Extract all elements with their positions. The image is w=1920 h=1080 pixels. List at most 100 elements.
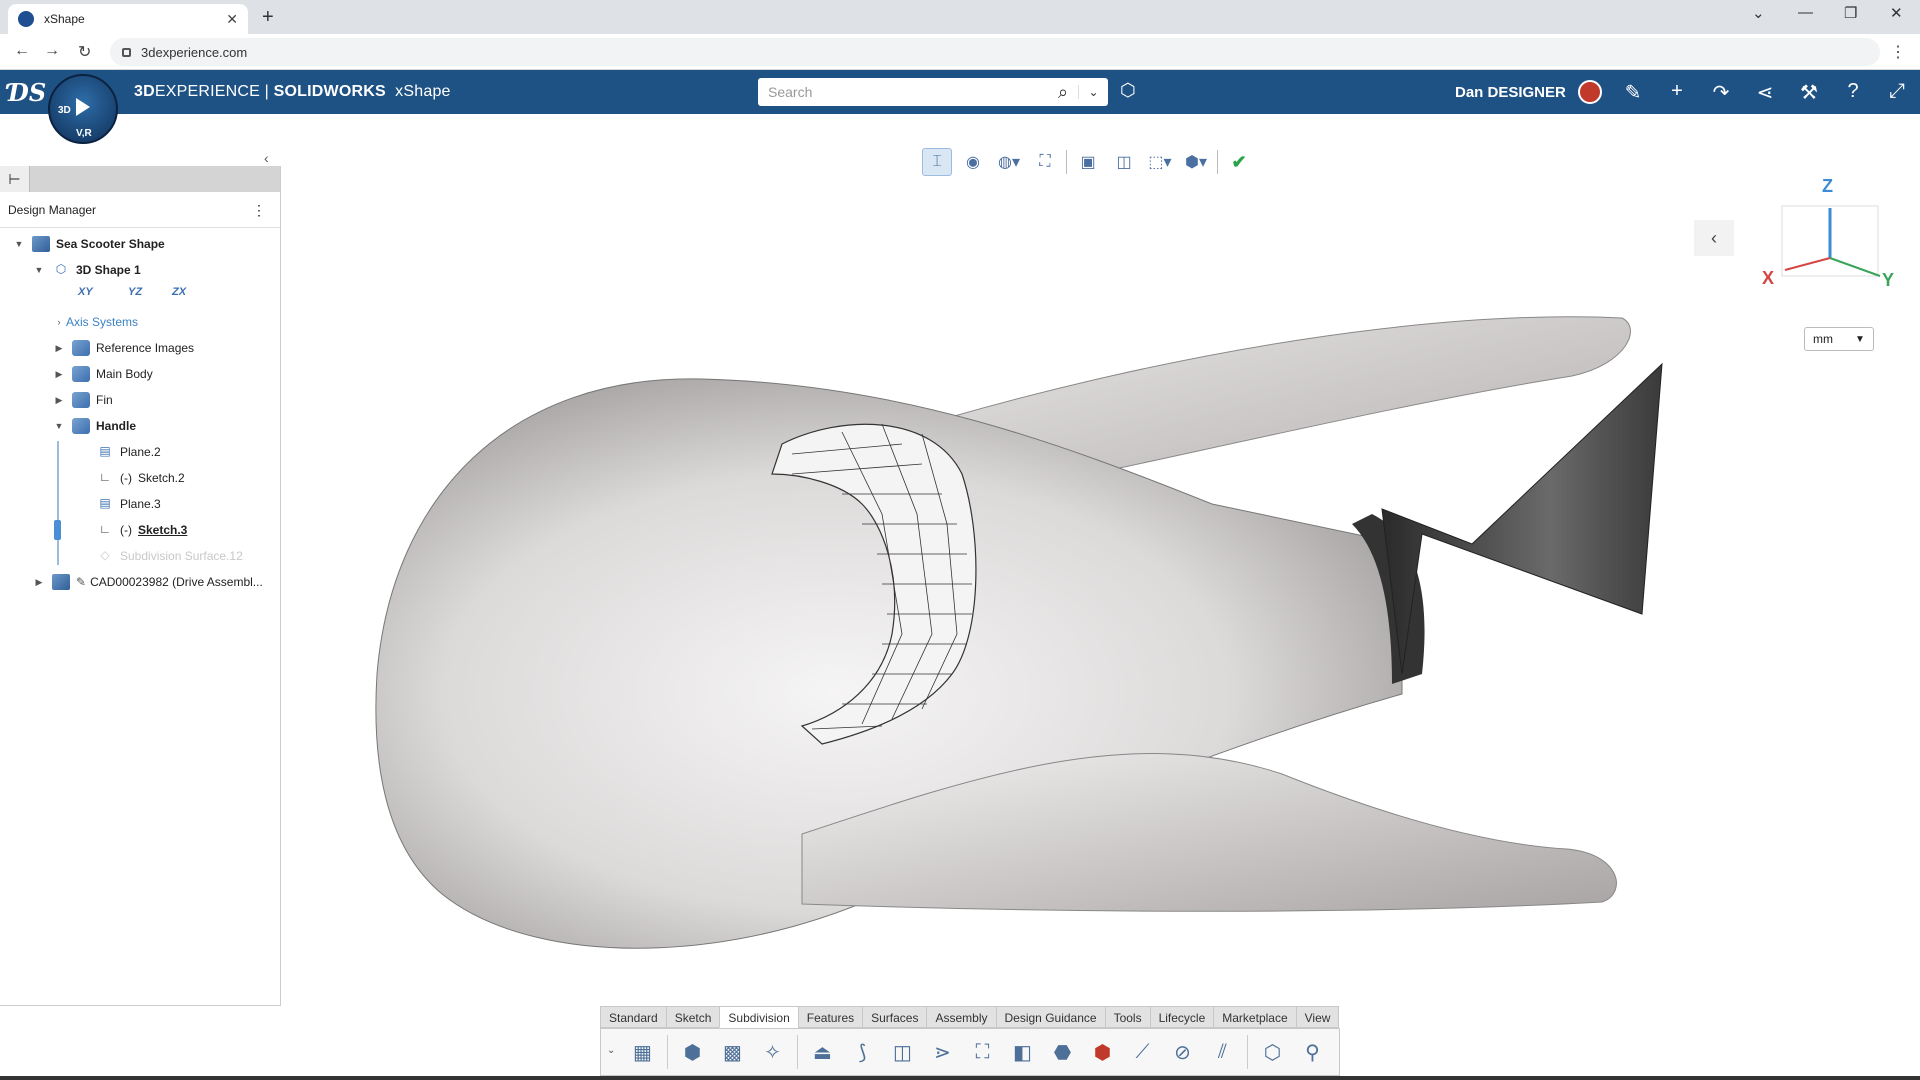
tab-subdivision[interactable]: Subdivision: [719, 1006, 798, 1028]
search-input[interactable]: Search: [758, 84, 1048, 100]
plane-xy-icon[interactable]: XY: [78, 286, 93, 298]
sketch-grid-icon[interactable]: ▦: [627, 1036, 658, 1068]
search-dropdown-icon[interactable]: ⌄: [1078, 85, 1108, 99]
dropdown-arrow-icon: ▼: [1855, 333, 1865, 345]
surface-icon[interactable]: ◧: [1007, 1036, 1038, 1068]
expand-icon[interactable]: ▶: [52, 369, 66, 380]
tree-node-subdivision[interactable]: ◇ Subdivision Surface.12: [90, 545, 242, 567]
mirror-icon[interactable]: ⚲: [1297, 1036, 1328, 1068]
3d-viewport[interactable]: [282, 114, 1920, 1080]
tree-node-fin[interactable]: ▶ Fin: [52, 389, 113, 411]
edge-icon[interactable]: ⫽: [1207, 1036, 1238, 1068]
tree-tab-icon[interactable]: ⊢: [0, 166, 30, 192]
panel-menu-icon[interactable]: ⋮: [252, 202, 266, 219]
tab-marketplace[interactable]: Marketplace: [1213, 1006, 1296, 1028]
tab-sketch[interactable]: Sketch: [665, 1006, 720, 1028]
solid-icon[interactable]: ⬣: [1047, 1036, 1078, 1068]
forward-arrow-icon[interactable]: →: [44, 42, 60, 60]
back-chevron-icon[interactable]: ‹: [1694, 220, 1734, 256]
ds-logo-icon[interactable]: ƊS: [8, 78, 46, 107]
plane-yz-icon[interactable]: YZ: [128, 286, 142, 298]
render-style-icon[interactable]: ◉: [958, 148, 988, 176]
expand-icon[interactable]: ▼: [32, 265, 46, 275]
tree-node-shape[interactable]: ▼ ⬡ 3D Shape 1: [32, 259, 141, 281]
tree-node-cad[interactable]: ▶ ✎ CAD00023982 (Drive Assembl...: [32, 571, 263, 593]
measure-icon[interactable]: ◫: [1109, 148, 1139, 176]
selection-mode-icon[interactable]: ⌶: [922, 148, 952, 176]
close-window-icon[interactable]: ✕: [1890, 4, 1903, 22]
user-name[interactable]: Dan DESIGNER: [1455, 84, 1566, 101]
browser-tab[interactable]: xShape ✕: [8, 4, 248, 34]
compass-widget[interactable]: 3D V,R: [48, 74, 118, 144]
tab-view[interactable]: View: [1295, 1006, 1340, 1028]
fit-all-icon[interactable]: ⛶: [1030, 148, 1060, 176]
search-box[interactable]: Search ⌕ ⌄: [758, 78, 1108, 106]
fullscreen-icon[interactable]: ⤢: [1884, 80, 1910, 103]
reload-icon[interactable]: ↻: [78, 42, 91, 62]
collapse-panel-icon[interactable]: ‹: [264, 150, 269, 166]
avatar[interactable]: [1578, 80, 1602, 104]
face-subdivision-icon[interactable]: ✧: [757, 1036, 788, 1068]
section-icon[interactable]: ▣: [1073, 148, 1103, 176]
add-icon[interactable]: +: [1664, 80, 1690, 103]
sweep-icon[interactable]: ⟋: [1127, 1036, 1158, 1068]
tree-node-sketch3[interactable]: ∟ (-) Sketch.3: [90, 519, 187, 541]
tab-assembly[interactable]: Assembly: [926, 1006, 996, 1028]
tree-node-root[interactable]: ▼ Sea Scooter Shape: [12, 233, 165, 255]
back-arrow-icon[interactable]: ←: [14, 42, 30, 60]
tree-node-plane3[interactable]: ▤ Plane.3: [90, 493, 160, 515]
extrude-icon[interactable]: ⏏: [807, 1036, 838, 1068]
tree-node-reference-images[interactable]: ▶ Reference Images: [52, 337, 194, 359]
view-cube-icon[interactable]: ⬢▾: [1181, 148, 1211, 176]
globe-view-icon[interactable]: ◍▾: [994, 148, 1024, 176]
bottom-edge: [0, 1076, 1920, 1080]
network-icon[interactable]: ⋖: [1752, 80, 1778, 105]
notifications-icon[interactable]: ✎: [1620, 80, 1646, 105]
tab-lifecycle[interactable]: Lifecycle: [1149, 1006, 1214, 1028]
url-field[interactable]: 3dexperience.com: [110, 38, 1880, 66]
tab-features[interactable]: Features: [797, 1006, 863, 1028]
tree-node-axis-systems[interactable]: › Axis Systems: [52, 311, 139, 333]
expand-icon[interactable]: ▶: [52, 343, 66, 354]
curve-icon[interactable]: ⟆: [847, 1036, 878, 1068]
tree-node-plane2[interactable]: ▤ Plane.2: [90, 441, 160, 463]
tab-design-guidance[interactable]: Design Guidance: [995, 1006, 1105, 1028]
tree-node-sketch2[interactable]: ∟ (-) Sketch.2: [90, 467, 185, 489]
units-select[interactable]: mm ▼: [1804, 327, 1874, 351]
validate-check-icon[interactable]: ✔: [1224, 148, 1254, 176]
box-select-icon[interactable]: ⬚▾: [1145, 148, 1175, 176]
expand-icon[interactable]: ▶: [32, 577, 46, 588]
tab-search-chevron-icon[interactable]: ⌄: [1752, 4, 1765, 22]
new-tab-icon[interactable]: +: [262, 6, 274, 29]
brand-app-name: xShape: [395, 83, 451, 100]
share-icon[interactable]: ↷: [1708, 80, 1734, 105]
tree-node-main-body[interactable]: ▶ Main Body: [52, 363, 153, 385]
help-icon[interactable]: ?: [1840, 80, 1866, 103]
search-icon[interactable]: ⌕: [1048, 82, 1078, 103]
tab-standard[interactable]: Standard: [600, 1006, 666, 1028]
model-render[interactable]: [282, 114, 1920, 1080]
plane-subdivision-icon[interactable]: ▩: [717, 1036, 748, 1068]
plane-zx-icon[interactable]: ZX: [172, 286, 186, 298]
fold-icon[interactable]: ⋗: [927, 1036, 958, 1068]
expand-icon[interactable]: ▼: [12, 239, 26, 249]
expand-icon[interactable]: ›: [52, 317, 66, 327]
minimize-icon[interactable]: —: [1798, 4, 1813, 21]
symmetry-icon[interactable]: ⊘: [1167, 1036, 1198, 1068]
tree-node-handle[interactable]: ▼ Handle: [52, 415, 136, 437]
tools-icon[interactable]: ⚒: [1796, 80, 1822, 105]
frame-icon[interactable]: ◫: [887, 1036, 918, 1068]
close-tab-icon[interactable]: ✕: [226, 11, 238, 28]
cube-view-icon[interactable]: ⬡: [1257, 1036, 1288, 1068]
expand-icon[interactable]: ▼: [52, 421, 66, 431]
primitive-box-icon[interactable]: ⬢: [677, 1036, 708, 1068]
restore-icon[interactable]: ❐: [1844, 4, 1857, 22]
tag-icon[interactable]: ⬡: [1120, 80, 1136, 101]
tab-surfaces[interactable]: Surfaces: [862, 1006, 927, 1028]
transform-icon[interactable]: ⛶: [967, 1036, 998, 1068]
expand-icon[interactable]: ▶: [52, 395, 66, 406]
expand-bar-icon[interactable]: ⌄: [607, 1045, 615, 1056]
delete-cage-icon[interactable]: ⬢: [1087, 1036, 1118, 1068]
browser-menu-icon[interactable]: ⋮: [1890, 42, 1906, 62]
tab-tools[interactable]: Tools: [1104, 1006, 1150, 1028]
